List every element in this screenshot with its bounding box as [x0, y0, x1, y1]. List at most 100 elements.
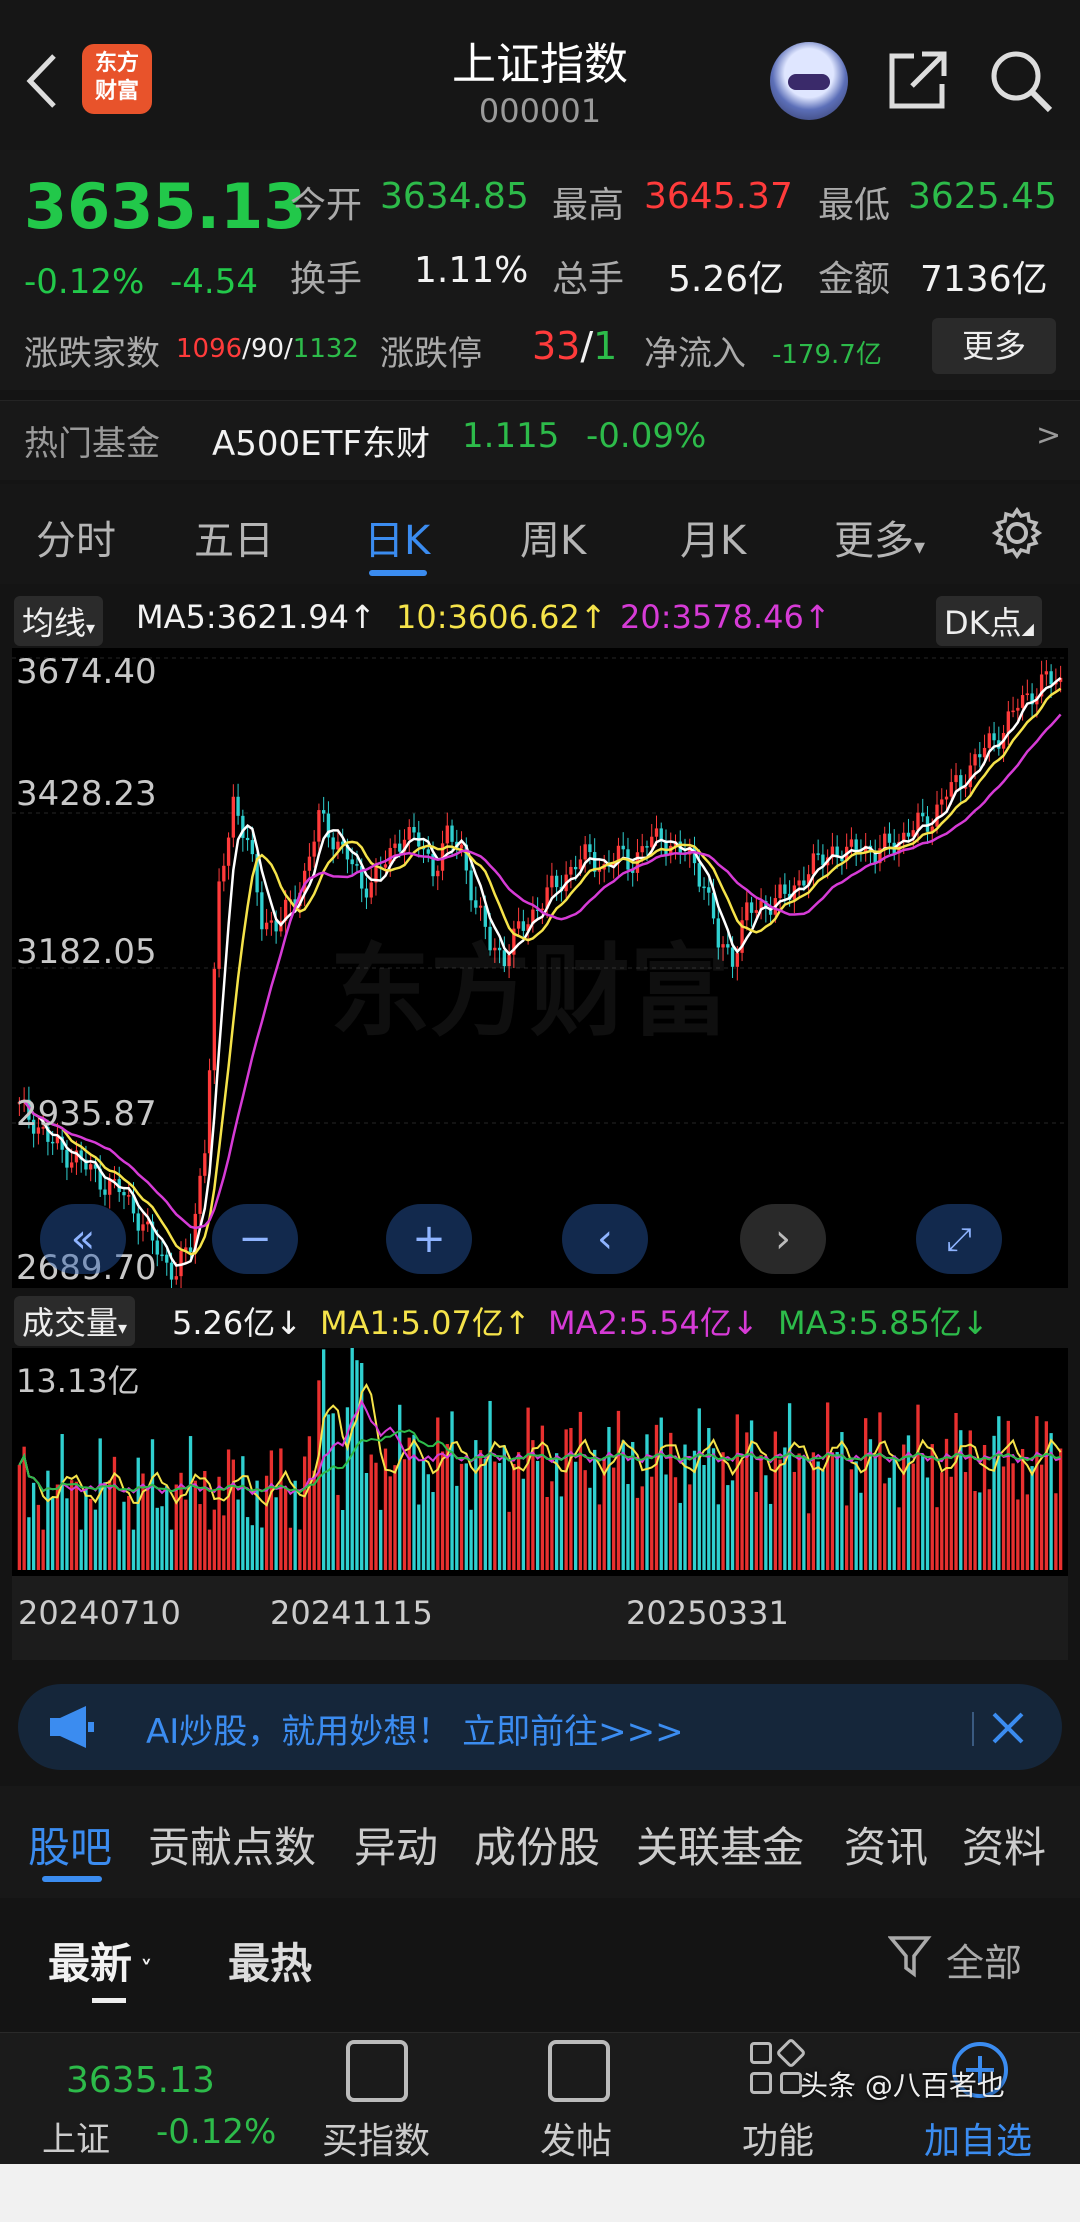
volume-bar	[41, 1529, 45, 1570]
tab-intraday[interactable]: 分时	[36, 508, 116, 566]
candle	[355, 864, 359, 866]
candle	[383, 864, 388, 868]
filter-indicator	[92, 1998, 126, 2003]
volume-bar	[864, 1418, 868, 1570]
search-icon[interactable]	[986, 46, 1056, 116]
filter-all[interactable]: 全部	[946, 1932, 1022, 1987]
close-icon[interactable]	[990, 1710, 1026, 1746]
candle	[331, 837, 335, 850]
tab-profile[interactable]: 资料	[962, 1814, 1046, 1875]
nav-functions[interactable]: 功能	[742, 2112, 814, 2164]
tab-contribution[interactable]: 贡献点数	[148, 1814, 316, 1875]
candle	[802, 880, 806, 886]
filter-funnel-icon[interactable]	[888, 1934, 934, 1980]
dk-point-button[interactable]: DK点◢	[936, 596, 1042, 646]
volume-bar	[935, 1507, 939, 1570]
volume-selector[interactable]: 成交量▾	[14, 1296, 136, 1346]
volume-bar	[773, 1431, 778, 1570]
functions-grid-icon[interactable]	[750, 2037, 807, 2098]
candle	[459, 844, 464, 849]
tab-related-funds[interactable]: 关联基金	[636, 1814, 804, 1875]
nav-index-change: -0.12%	[156, 2112, 277, 2152]
volume-bar	[93, 1509, 98, 1570]
tab-news[interactable]: 资讯	[844, 1814, 928, 1875]
volume-bar	[146, 1486, 150, 1570]
volume-bar	[507, 1511, 511, 1570]
volume-bar	[759, 1454, 763, 1570]
filter-latest[interactable]: 最新 ˅	[48, 1930, 152, 1991]
volume-bar	[688, 1484, 692, 1570]
scroll-left-fast-icon[interactable]: «	[40, 1204, 126, 1274]
settings-gear-icon[interactable]	[990, 506, 1044, 560]
fund-price: 1.115	[462, 416, 560, 456]
tab-constituents[interactable]: 成份股	[474, 1814, 600, 1875]
volume-bar	[497, 1463, 502, 1570]
candle	[312, 841, 316, 857]
nav-post[interactable]: 发帖	[540, 2112, 612, 2164]
volume-bar	[260, 1527, 264, 1570]
volume-bar	[1001, 1466, 1006, 1570]
volume-bar	[669, 1432, 673, 1570]
volume-bar	[1020, 1448, 1025, 1570]
more-button[interactable]: 更多	[932, 318, 1056, 374]
tab-movement[interactable]: 异动	[354, 1814, 438, 1875]
tab-five-day[interactable]: 五日	[194, 508, 274, 566]
candle	[264, 922, 269, 930]
low-label: 最低	[818, 185, 891, 226]
tab-weekly-k[interactable]: 周K	[520, 508, 586, 566]
volume-bar	[89, 1498, 93, 1570]
volume-bar	[806, 1513, 811, 1570]
netflow-label: 净流入	[644, 334, 746, 374]
candle	[554, 875, 559, 888]
volume-bar	[198, 1504, 202, 1570]
zoom-in-icon[interactable]: +	[386, 1204, 472, 1274]
tab-guba[interactable]: 股吧	[28, 1814, 112, 1875]
fund-arrow-icon[interactable]: >	[1036, 418, 1061, 453]
volume-bar	[911, 1463, 915, 1570]
volume-bar	[925, 1477, 930, 1570]
tab-monthly-k[interactable]: 月K	[680, 508, 746, 566]
candle	[588, 844, 592, 853]
candle	[336, 841, 340, 850]
candle	[959, 775, 963, 788]
volume-bar	[231, 1459, 235, 1570]
nav-add-watchlist[interactable]: 加自选	[924, 2112, 1032, 2164]
filter-hot[interactable]: 最热	[228, 1930, 312, 1991]
candle	[1025, 693, 1030, 696]
post-edit-icon[interactable]	[548, 2040, 610, 2102]
candle	[89, 1164, 93, 1170]
scroll-left-icon[interactable]: ‹	[562, 1204, 648, 1274]
ma-selector[interactable]: 均线▾	[14, 596, 104, 646]
volume-bar	[502, 1445, 507, 1570]
candle	[436, 870, 440, 877]
scroll-right-icon[interactable]: ›	[740, 1204, 826, 1274]
volume-bar	[654, 1424, 659, 1570]
tab-more[interactable]: 更多▾	[834, 508, 925, 566]
volume-bar	[440, 1451, 445, 1570]
fund-name[interactable]: A500ETF东财	[212, 416, 430, 465]
ai-banner-text[interactable]: AI炒股，就用妙想！ 立即前往>>>	[146, 1704, 684, 1753]
candle	[1020, 695, 1025, 708]
volume-bar	[355, 1360, 359, 1570]
buy-index-icon[interactable]	[346, 2040, 408, 2102]
fullscreen-icon[interactable]: ⤢	[916, 1204, 1002, 1274]
volume-bar	[512, 1463, 516, 1570]
candle	[982, 747, 987, 758]
nav-buy-index[interactable]: 买指数	[322, 2112, 430, 2164]
tab-daily-k[interactable]: 日K	[364, 508, 430, 566]
volume-bar	[421, 1459, 426, 1570]
candle	[398, 843, 402, 852]
zoom-out-icon[interactable]: −	[212, 1204, 298, 1274]
volume-bar	[892, 1455, 896, 1570]
volume-bar	[883, 1483, 887, 1570]
volume-bar	[212, 1509, 216, 1570]
volume-bar	[283, 1487, 288, 1570]
assistant-robot-icon[interactable]	[770, 42, 848, 120]
share-icon[interactable]	[884, 48, 950, 114]
volume-bar	[612, 1467, 616, 1570]
volume-bar	[402, 1459, 407, 1570]
volume-bar	[607, 1426, 611, 1570]
volume-ma1: MA1:5.07亿↑	[320, 1304, 531, 1342]
volume-chart[interactable]	[12, 1348, 1068, 1576]
volume-bar	[569, 1427, 573, 1570]
